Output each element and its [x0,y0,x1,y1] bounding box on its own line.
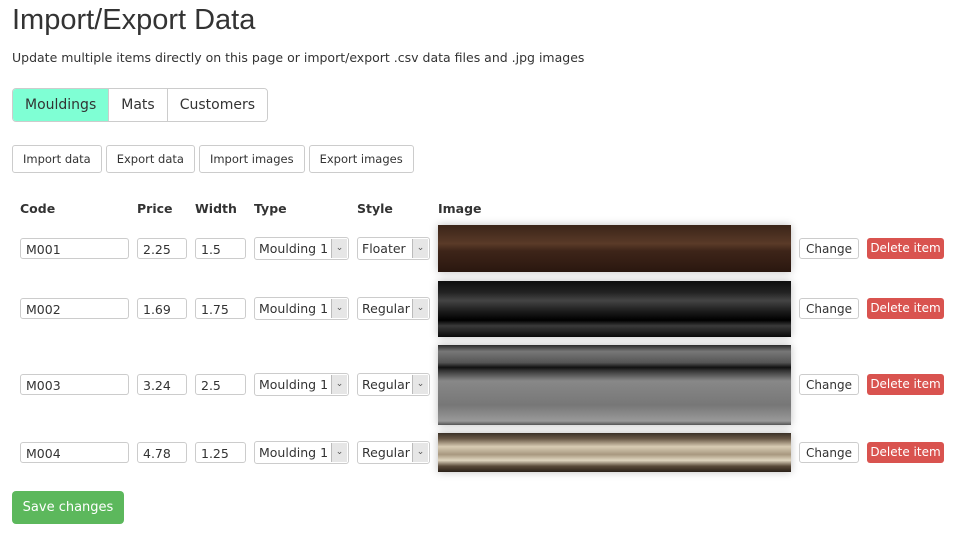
price-input[interactable]: 1.69 [137,298,187,319]
action-buttons: Import data Export data Import images Ex… [12,145,414,173]
export-data-button[interactable]: Export data [105,145,195,173]
price-input[interactable]: 3.24 [137,374,187,395]
style-value: Regular [362,445,410,460]
header-price: Price [137,201,173,216]
change-image-button[interactable]: Change [799,298,859,319]
style-select[interactable]: Regular ⌄ [357,297,430,320]
chevron-down-icon: ⌄ [412,299,428,318]
style-select[interactable]: Floater ⌄ [357,237,430,260]
type-select[interactable]: Moulding 1 ⌄ [254,237,349,260]
delete-item-button[interactable]: Delete item [867,442,944,463]
export-images-button[interactable]: Export images [308,145,414,173]
code-input[interactable]: M004 [20,442,129,463]
chevron-down-icon: ⌄ [331,375,347,394]
price-input[interactable]: 2.25 [137,238,187,259]
import-images-button[interactable]: Import images [198,145,305,173]
save-changes-button[interactable]: Save changes [12,491,124,524]
header-type: Type [254,201,287,216]
chevron-down-icon: ⌄ [331,443,347,462]
delete-item-button[interactable]: Delete item [867,374,944,395]
moulding-image [438,225,791,272]
width-input[interactable]: 1.25 [195,442,246,463]
tab-mats[interactable]: Mats [108,89,167,121]
chevron-down-icon: ⌄ [331,299,347,318]
tab-customers[interactable]: Customers [166,89,268,121]
change-image-button[interactable]: Change [799,442,859,463]
page-subtitle: Update multiple items directly on this p… [12,50,585,65]
type-value: Moulding 1 [259,377,329,392]
chevron-down-icon: ⌄ [412,375,428,394]
type-value: Moulding 1 [259,241,329,256]
tab-bar: Mouldings Mats Customers [12,88,269,122]
type-select[interactable]: Moulding 1 ⌄ [254,441,349,464]
width-input[interactable]: 1.75 [195,298,246,319]
import-data-button[interactable]: Import data [12,145,102,173]
change-image-button[interactable]: Change [799,238,859,259]
moulding-image [438,281,791,337]
page-title: Import/Export Data [12,4,256,36]
chevron-down-icon: ⌄ [412,239,428,258]
type-value: Moulding 1 [259,301,329,316]
style-select[interactable]: Regular ⌄ [357,441,430,464]
header-image: Image [438,201,482,216]
delete-item-button[interactable]: Delete item [867,238,944,259]
type-select[interactable]: Moulding 1 ⌄ [254,373,349,396]
width-input[interactable]: 1.5 [195,238,246,259]
type-select[interactable]: Moulding 1 ⌄ [254,297,349,320]
delete-item-button[interactable]: Delete item [867,298,944,319]
price-input[interactable]: 4.78 [137,442,187,463]
width-input[interactable]: 2.5 [195,374,246,395]
style-select[interactable]: Regular ⌄ [357,373,430,396]
code-input[interactable]: M002 [20,298,129,319]
chevron-down-icon: ⌄ [331,239,347,258]
moulding-image [438,345,791,425]
header-style: Style [357,201,393,216]
tab-mouldings[interactable]: Mouldings [13,89,109,121]
type-value: Moulding 1 [259,445,329,460]
code-input[interactable]: M001 [20,238,129,259]
code-input[interactable]: M003 [20,374,129,395]
chevron-down-icon: ⌄ [412,443,428,462]
style-value: Regular [362,377,410,392]
moulding-image [438,433,791,472]
change-image-button[interactable]: Change [799,374,859,395]
header-width: Width [195,201,237,216]
style-value: Regular [362,301,410,316]
header-code: Code [20,201,56,216]
style-value: Floater [362,241,406,256]
